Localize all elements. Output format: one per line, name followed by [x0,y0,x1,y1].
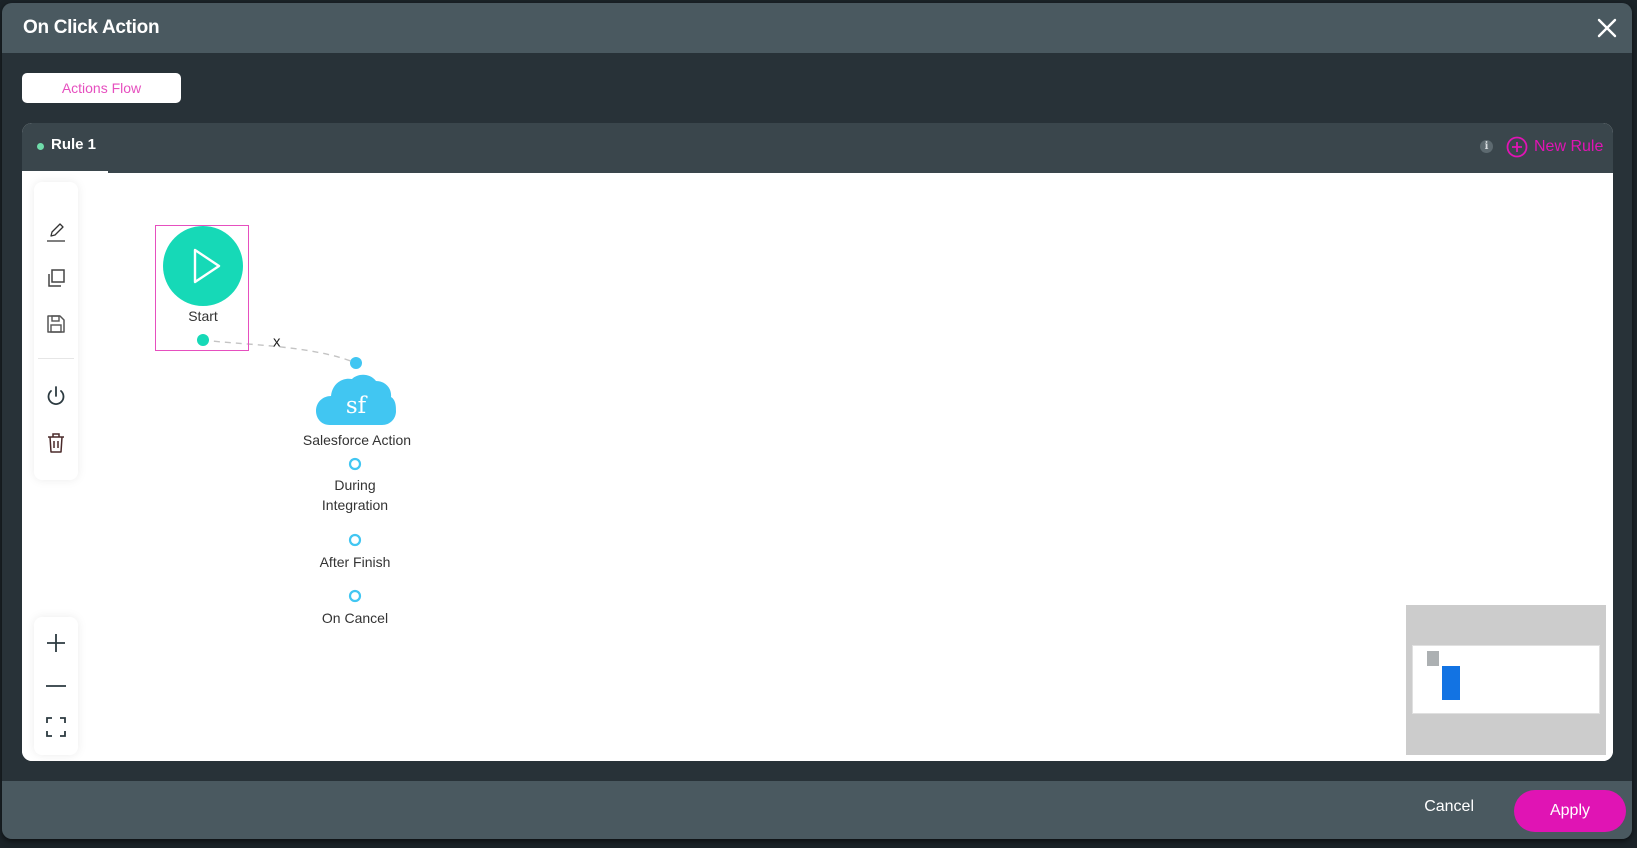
fit-screen-button[interactable] [44,715,68,739]
salesforce-cloud-icon[interactable]: sf [316,371,396,427]
rules-header: Rule 1 i New Rule [22,123,1613,174]
pencil-icon [47,223,65,242]
delete-button[interactable] [44,431,68,455]
zoom-in-button[interactable] [44,631,68,655]
flow-edges [197,334,362,603]
fit-screen-icon [46,717,66,737]
minimap-salesforce-node [1442,666,1460,700]
plus-icon [47,634,65,652]
new-rule-button[interactable]: New Rule [1506,135,1603,159]
power-button[interactable] [44,384,68,408]
output-label-on-cancel: On Cancel [321,610,389,626]
rule-tab-1[interactable]: Rule 1 [22,123,108,174]
minimap[interactable] [1406,605,1606,755]
salesforce-icon-text: sf [346,393,368,419]
power-icon [47,386,65,405]
save-icon [47,315,65,333]
close-icon [1597,18,1617,38]
start-node-label: Start [188,308,218,324]
edit-button[interactable] [44,220,68,244]
output-label-during: During [334,477,376,493]
salesforce-input-port[interactable] [350,357,362,369]
output-port-after-finish[interactable] [348,533,362,547]
close-button[interactable] [1594,15,1620,41]
minimap-viewport[interactable] [1412,645,1600,714]
play-icon [163,226,243,306]
output-label-integration: Integration [321,497,389,513]
cancel-button[interactable]: Cancel [1424,798,1474,816]
rules-panel: Rule 1 i New Rule x Start sf Salesforce … [22,123,1613,761]
minus-icon [46,685,66,687]
new-rule-label: New Rule [1534,138,1604,155]
output-port-during-integration[interactable] [348,457,362,471]
zoom-toolbar [34,617,78,755]
dialog-title: On Click Action [23,17,160,38]
apply-button[interactable]: Apply [1514,790,1626,832]
on-click-action-dialog: On Click Action Actions Flow Rule 1 i Ne… [2,3,1632,839]
flow-canvas[interactable]: x Start sf Salesforce Action During Inte… [22,173,1613,761]
save-button[interactable] [44,312,68,336]
output-port-on-cancel[interactable] [348,589,362,603]
toolbar-divider [38,358,74,359]
copy-icon [48,269,65,287]
info-icon[interactable]: i [1480,140,1493,153]
duplicate-button[interactable] [44,266,68,290]
zoom-out-button[interactable] [44,674,68,698]
trash-icon [48,433,64,453]
rule-status-dot [37,143,44,150]
plus-circle-icon [1506,136,1528,158]
node-toolbar [34,182,78,480]
rule-tab-label: Rule 1 [51,136,97,153]
output-label-after-finish: After Finish [319,554,391,570]
edge-remove-button[interactable]: x [273,335,281,350]
minimap-start-node [1427,651,1439,666]
tab-actions-flow[interactable]: Actions Flow [22,73,181,103]
dialog-header: On Click Action [2,3,1632,53]
dialog-footer: Cancel Apply [2,781,1632,839]
salesforce-node-label: Salesforce Action [302,432,412,448]
